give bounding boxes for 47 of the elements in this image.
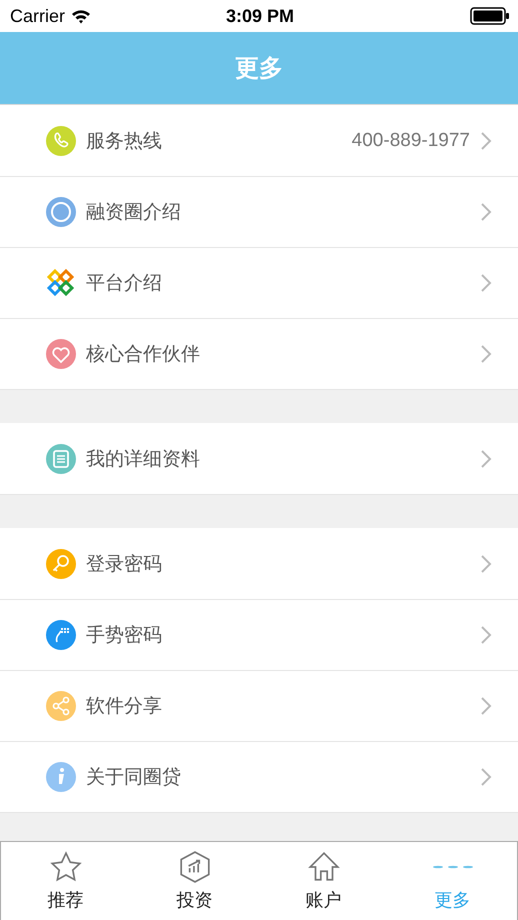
battery-icon [470, 7, 510, 25]
tab-item[interactable]: 推荐 [1, 842, 130, 920]
chevron-icon [480, 554, 492, 574]
wifi-icon [71, 8, 92, 24]
share-icon [46, 691, 76, 721]
menu-label: 我的详细资料 [86, 446, 201, 472]
menu-label: 服务热线 [86, 128, 163, 154]
menu-label: 核心合作伙伴 [86, 342, 201, 367]
key-icon [46, 548, 76, 578]
chevron-icon [480, 767, 492, 787]
menu-item[interactable]: 核心合作伙伴 [0, 318, 518, 389]
menu-label: 融资圈介绍 [86, 200, 182, 225]
menu-item[interactable]: 我的详细资料 [0, 423, 518, 494]
menu-label: 登录密码 [86, 552, 163, 576]
chevron-icon [480, 625, 492, 645]
info-icon [46, 762, 76, 792]
chart-hexagon-icon [178, 850, 212, 884]
menu-item[interactable]: 关于同圈贷 [0, 741, 518, 812]
menu-item[interactable]: 手势密码 [0, 599, 518, 670]
document-icon [46, 444, 76, 474]
chevron-icon [480, 273, 492, 293]
star-icon [48, 850, 82, 884]
menu-item[interactable]: 登录密码 [0, 528, 518, 599]
hotline-number: 400-889-1977 [352, 130, 470, 152]
ring-icon [46, 197, 76, 227]
chevron-icon [480, 448, 492, 468]
clock-time: 3:09 PM [226, 6, 294, 26]
menu-label: 关于同圈贷 [86, 765, 182, 790]
menu-item[interactable]: 服务热线 400-889-1977 [0, 105, 518, 176]
chevron-icon [480, 696, 492, 716]
diamonds-icon [46, 268, 76, 298]
menu-label: 平台介绍 [86, 271, 163, 296]
menu-item[interactable]: 软件分享 [0, 670, 518, 741]
menu-label: 手势密码 [86, 623, 163, 648]
tab-item[interactable]: 账户 [259, 842, 388, 920]
page-title: 更多 [235, 53, 283, 84]
chevron-icon [480, 130, 492, 150]
carrier-name: Carrier [10, 6, 66, 26]
chevron-icon [480, 202, 492, 222]
chevron-icon [480, 344, 492, 364]
menu-item[interactable]: 融资圈介绍 [0, 176, 518, 247]
menu-label: 软件分享 [86, 694, 163, 719]
more-icon [432, 863, 472, 871]
hand-icon [46, 620, 76, 650]
tab-item[interactable]: 投资 [130, 842, 259, 920]
menu-item[interactable]: 平台介绍 [0, 247, 518, 318]
phone-icon [46, 126, 76, 156]
